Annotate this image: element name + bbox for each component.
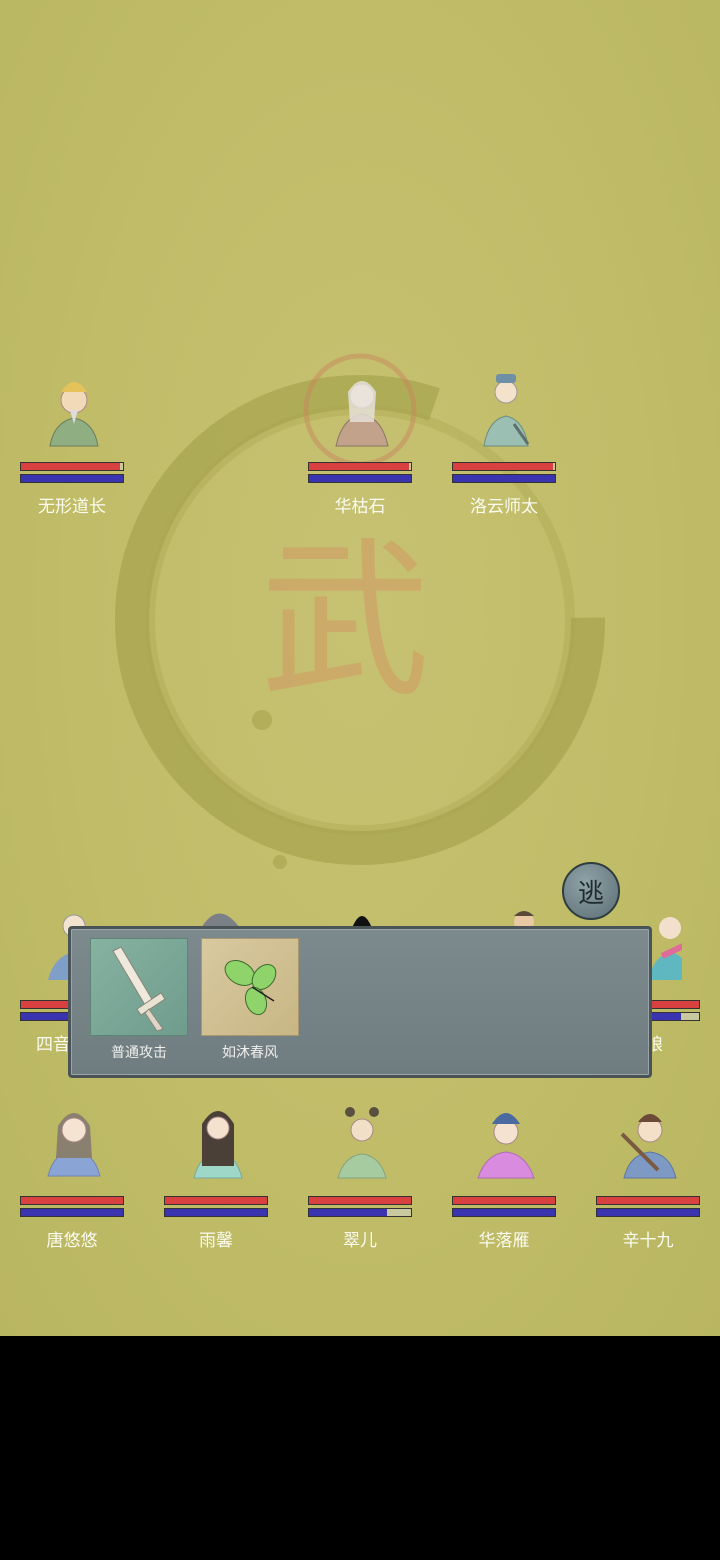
daoist-portrait-icon [42, 362, 106, 454]
hp-fill [597, 1197, 699, 1204]
mp-bar [20, 474, 124, 483]
cui-er-portrait-icon [330, 1096, 394, 1188]
mp-bar [452, 474, 556, 483]
mp-fill [597, 1209, 699, 1216]
hp-fill [453, 1197, 555, 1204]
hp-bar [452, 462, 556, 471]
mp-bar [308, 474, 412, 483]
hp-bar [20, 462, 124, 471]
hp-bar [20, 1196, 124, 1205]
hp-bar [596, 1196, 700, 1205]
hp-bar [452, 1196, 556, 1205]
unit-name: 洛云师太 [470, 497, 538, 517]
hp-fill [453, 463, 553, 470]
unit-name: 唐悠悠 [46, 1231, 98, 1251]
unit-name: 辛十九 [622, 1231, 674, 1251]
hua-luoyan-portrait-icon [474, 1096, 538, 1188]
unit-name: 华落雁 [478, 1231, 530, 1251]
mp-bar [452, 1208, 556, 1217]
tang-youyou-portrait-icon [42, 1096, 106, 1188]
skill-label: 如沐春风 [222, 1045, 278, 1061]
skill-panel: 普通攻击 如沐春风 [68, 926, 652, 1078]
hp-bar [308, 1196, 412, 1205]
mp-fill [453, 1209, 555, 1216]
nun-portrait-icon [474, 362, 538, 454]
sword-icon [90, 938, 188, 1036]
background-glyph: 武 [260, 523, 430, 721]
unit-name: 雨馨 [199, 1231, 233, 1251]
hp-bar [308, 462, 412, 471]
skill-label: 普通攻击 [111, 1045, 167, 1061]
skill-normal-attack[interactable]: 普通攻击 [90, 938, 188, 1062]
ally-unit[interactable]: 唐悠悠 [20, 1096, 124, 1251]
ally-unit[interactable]: 华落雁 [452, 1096, 556, 1251]
mp-fill [21, 1209, 123, 1216]
mp-fill [453, 475, 555, 482]
mp-fill [309, 475, 411, 482]
battle-field: 武 无形道长 华枯石 洛云师太 四音 娘 唐悠悠 雨馨 翠儿 华落雁 辛十九 逃… [0, 0, 720, 1336]
enemy-unit[interactable]: 华枯石 [308, 362, 412, 517]
unit-name: 翠儿 [343, 1231, 377, 1251]
hp-bar [164, 1196, 268, 1205]
enemy-unit[interactable]: 洛云师太 [452, 362, 556, 517]
enemy-unit[interactable]: 无形道长 [20, 362, 124, 517]
ally-unit[interactable]: 翠儿 [308, 1096, 412, 1251]
hp-fill [21, 1197, 123, 1204]
hp-fill [309, 1197, 411, 1204]
flee-button[interactable]: 逃 [562, 862, 620, 920]
mp-bar [164, 1208, 268, 1217]
ally-unit[interactable]: 雨馨 [164, 1096, 268, 1251]
unit-name: 华枯石 [334, 497, 386, 517]
xin-shijiu-portrait-icon [618, 1096, 682, 1188]
flee-label: 逃 [577, 878, 604, 909]
mp-fill [309, 1209, 387, 1216]
mp-bar [20, 1208, 124, 1217]
skill-spring-breeze[interactable]: 如沐春风 [201, 938, 299, 1062]
hp-fill [21, 463, 120, 470]
unit-name: 无形道长 [38, 497, 106, 517]
mp-fill [165, 1209, 267, 1216]
mp-bar [596, 1208, 700, 1217]
hp-fill [309, 463, 409, 470]
leaves-icon [201, 938, 299, 1036]
yu-xin-portrait-icon [186, 1096, 250, 1188]
mp-bar [308, 1208, 412, 1217]
elder-portrait-icon [330, 362, 394, 454]
mp-fill [21, 475, 123, 482]
hp-fill [165, 1197, 267, 1204]
ally-unit[interactable]: 辛十九 [596, 1096, 700, 1251]
